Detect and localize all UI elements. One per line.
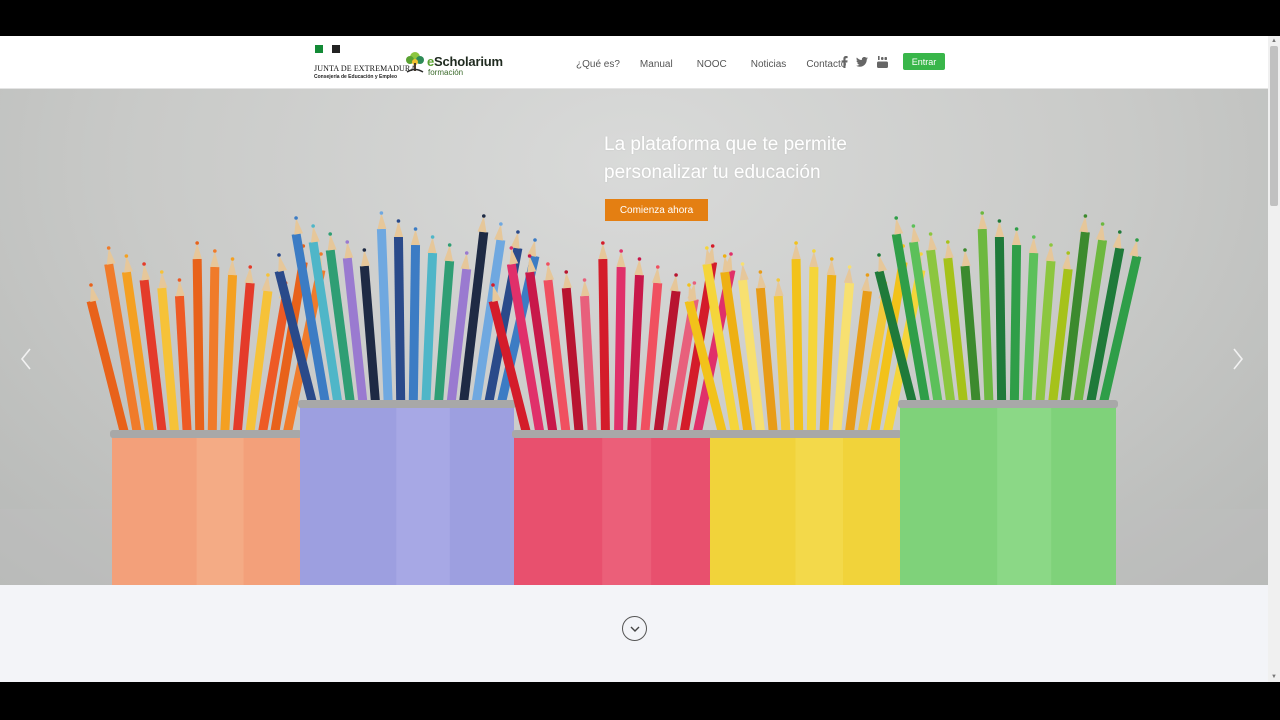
scroll-down-arrow-icon[interactable]: ▼ [1268,672,1280,682]
tree-icon [406,52,424,73]
hero-slider: La plataforma que te permite personaliza… [0,89,1268,585]
flag-black-square [332,45,340,53]
site-header: JUNTA DE EXTREMADURA Consejería de Educa… [0,36,1268,89]
page-scrollbar[interactable]: ▲ ▼ [1268,36,1280,682]
escholarium-logo[interactable]: eScholarium formación [404,50,508,80]
flag-green-square [315,45,323,53]
main-nav: ¿Qué es? Manual NOOC Noticias Contacto [576,57,846,71]
junta-extremadura-logo[interactable]: JUNTA DE EXTREMADURA Consejería de Educa… [314,45,416,83]
browser-viewport: JUNTA DE EXTREMADURA Consejería de Educa… [0,36,1280,682]
junta-department: Consejería de Educación y Empleo [314,74,398,80]
scroll-up-arrow-icon[interactable]: ▲ [1268,36,1280,46]
hero-title-line2: personalizar tu educación [604,162,821,183]
escholarium-name: eScholarium [427,54,503,69]
web-page: JUNTA DE EXTREMADURA Consejería de Educa… [0,36,1268,682]
start-now-button[interactable]: Comienza ahora [605,199,708,221]
hero-title: La plataforma que te permite personaliza… [604,131,904,187]
facebook-icon[interactable] [838,55,850,69]
junta-name: JUNTA DE EXTREMADURA [314,64,417,73]
scrollbar-thumb[interactable] [1270,46,1278,206]
hero-title-line1: La plataforma que te permite [604,134,847,155]
nav-nooc[interactable]: NOOC [697,59,727,70]
nav-manual[interactable]: Manual [640,59,673,70]
chevron-down-icon [630,626,639,632]
escholarium-subtitle: formación [428,68,464,77]
nav-que-es[interactable]: ¿Qué es? [576,59,620,70]
twitter-icon[interactable] [856,55,868,69]
login-button[interactable]: Entrar [903,53,945,70]
youtube-icon[interactable] [876,55,888,69]
nav-noticias[interactable]: Noticias [751,59,787,70]
scroll-down-button[interactable] [622,616,647,641]
slider-next-arrow[interactable] [1230,345,1246,373]
slider-prev-arrow[interactable] [18,345,34,373]
